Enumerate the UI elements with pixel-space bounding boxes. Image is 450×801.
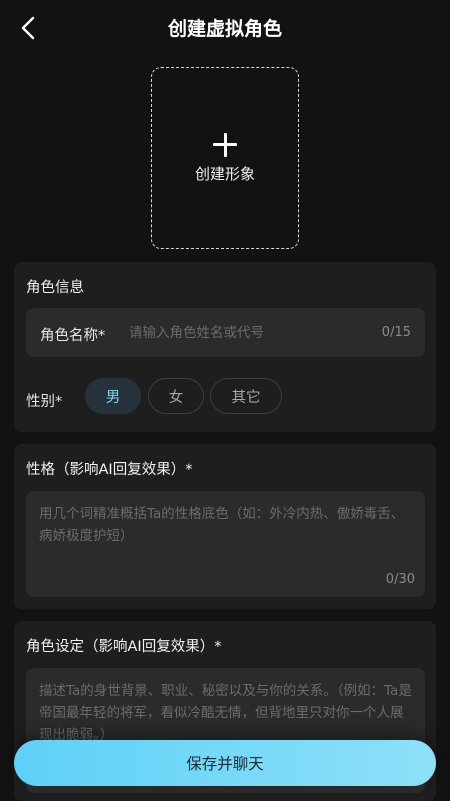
gender-option-male[interactable]: 男 — [85, 378, 141, 414]
page-title: 创建虚拟角色 — [167, 18, 282, 40]
role-name-input[interactable] — [129, 317, 369, 348]
save-and-chat-button[interactable]: 保存并聊天 — [14, 740, 436, 786]
personality-card: 性格（影响AI回复效果）* 0/30 — [14, 444, 436, 609]
personality-counter: 0/30 — [385, 572, 415, 587]
gender-label: 性别* — [26, 394, 63, 410]
role-name-counter: 0/15 — [381, 325, 411, 340]
plus-icon — [213, 132, 237, 157]
gender-option-female[interactable]: 女 — [148, 378, 204, 414]
gender-option-other[interactable]: 其它 — [210, 378, 282, 414]
role-name-label: 角色名称* — [40, 328, 106, 344]
header: 创建虚拟角色 — [0, 0, 450, 56]
role-info-card: 角色信息 角色名称* 0/15 性别* 男 女 其它 — [14, 262, 436, 432]
personality-field[interactable]: 0/30 — [26, 491, 425, 597]
role-name-field[interactable]: 角色名称* 0/15 — [26, 308, 425, 357]
personality-title: 性格（影响AI回复效果）* — [26, 462, 193, 478]
create-avatar-label: 创建形象 — [194, 164, 255, 183]
create-avatar-button[interactable]: 创建形象 — [151, 67, 299, 249]
role-info-title: 角色信息 — [26, 280, 84, 296]
personality-textarea[interactable] — [39, 503, 414, 553]
role-setting-title: 角色设定（影响AI回复效果）* — [26, 639, 222, 655]
